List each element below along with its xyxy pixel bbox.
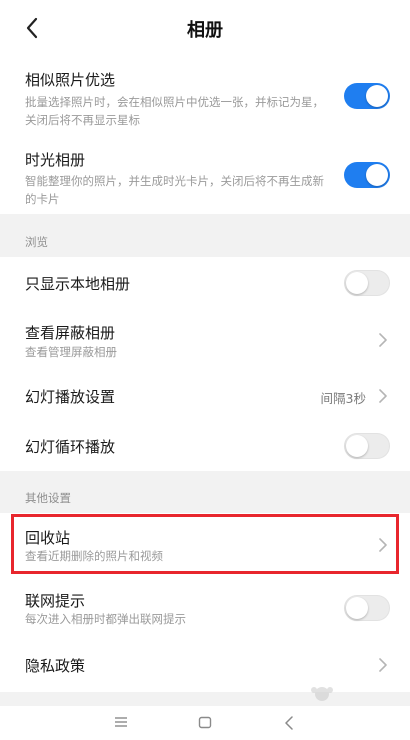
- timelapse-album-title: 时光相册: [25, 151, 86, 169]
- menu-icon[interactable]: [114, 716, 128, 728]
- slideshow-settings-title: 幻灯播放设置: [25, 388, 116, 406]
- network-prompt-subtitle: 每次进入相册时都弹出联网提示: [25, 612, 186, 626]
- toggle-knob: [366, 164, 388, 186]
- slideshow-loop-toggle[interactable]: [344, 433, 390, 459]
- toggle-knob: [366, 85, 388, 107]
- similar-photos-row[interactable]: 相似照片优选 批量选择照片时，会在相似照片中优选一张，并标记为星，关闭后将不再显…: [0, 56, 410, 134]
- highlight-annotation-box: [11, 514, 399, 574]
- network-prompt-toggle[interactable]: [344, 595, 390, 621]
- top-bar: 相册: [0, 0, 410, 56]
- slideshow-interval-value: 间隔3秒: [320, 391, 366, 406]
- privacy-policy-title: 隐私政策: [25, 657, 86, 675]
- toggle-knob: [346, 435, 368, 457]
- local-only-title: 只显示本地相册: [25, 275, 131, 293]
- slideshow-loop-title: 幻灯循环播放: [25, 438, 116, 456]
- timelapse-album-toggle[interactable]: [344, 162, 390, 188]
- similar-photos-subtitle: 批量选择照片时，会在相似照片中优选一张，并标记为星，关闭后将不再显示星标: [25, 95, 324, 127]
- local-only-toggle[interactable]: [344, 270, 390, 296]
- hidden-albums-row[interactable]: 查看屏蔽相册 查看管理屏蔽相册: [0, 309, 410, 371]
- hidden-albums-subtitle: 查看管理屏蔽相册: [25, 345, 117, 359]
- timelapse-album-row[interactable]: 时光相册 智能整理你的照片，并生成时光卡片，关闭后将不再生成新的卡片: [0, 134, 410, 214]
- other-settings-section-label: 其他设置: [25, 491, 71, 505]
- nav-back-icon[interactable]: [284, 716, 294, 730]
- chevron-right-icon: [379, 333, 387, 347]
- local-only-row[interactable]: 只显示本地相册: [0, 257, 410, 309]
- slideshow-loop-row[interactable]: 幻灯循环播放: [0, 421, 410, 471]
- toggle-knob: [346, 272, 368, 294]
- slideshow-settings-row[interactable]: 幻灯播放设置 间隔3秒: [0, 371, 410, 421]
- toggle-knob: [346, 597, 368, 619]
- chevron-right-icon: [379, 658, 387, 672]
- home-icon[interactable]: [198, 716, 212, 729]
- timelapse-album-subtitle: 智能整理你的照片，并生成时光卡片，关闭后将不再生成新的卡片: [25, 174, 324, 206]
- browse-section-label: 浏览: [25, 235, 48, 249]
- network-prompt-row[interactable]: 联网提示 每次进入相册时都弹出联网提示: [0, 575, 410, 637]
- similar-photos-toggle[interactable]: [344, 83, 390, 109]
- hidden-albums-title: 查看屏蔽相册: [25, 324, 116, 342]
- system-nav-bar: [0, 706, 410, 740]
- network-prompt-title: 联网提示: [25, 592, 86, 610]
- page-title: 相册: [187, 20, 223, 41]
- chevron-right-icon: [379, 389, 387, 403]
- similar-photos-title: 相似照片优选: [25, 71, 116, 89]
